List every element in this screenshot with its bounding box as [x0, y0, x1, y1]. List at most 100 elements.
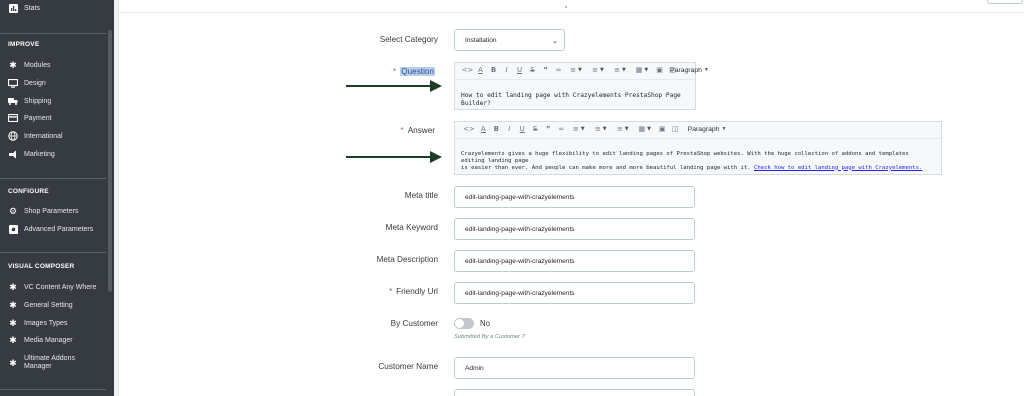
sidebar-item-ultimate-addons-manager[interactable]: ✱ Ultimate Addons Manager [0, 352, 108, 374]
sidebar-item-label: Advanced Parameters [24, 225, 94, 233]
credit-card-icon [8, 113, 18, 123]
sidebar-section-title-configure: CONFIGURE [8, 188, 49, 195]
customer-name-input[interactable]: Admin [454, 357, 695, 379]
numbered-list-dropdown[interactable]: ≡ ▼ [612, 123, 634, 135]
bullet-list-icon: ≡ [592, 66, 598, 74]
sidebar-item-stats[interactable]: Stats [0, 0, 108, 17]
answer-content[interactable]: Crazyelements gives a huge flexibility t… [455, 138, 941, 174]
link-button[interactable]: ∞ [555, 123, 568, 135]
bullet-list-dropdown[interactable]: ≡ ▼ [587, 64, 609, 76]
gear-icon: ⚙ [8, 205, 18, 216]
arrow-head [430, 151, 442, 163]
sidebar-item-images-types[interactable]: ✱ Images Types [0, 314, 108, 332]
bullet-list-dropdown[interactable]: ≡ ▼ [590, 123, 612, 135]
sidebar-item-vc-content-any-where[interactable]: ✱ VC Content Any Where [0, 278, 108, 296]
paragraph-dropdown[interactable]: Paragraph ▼ [670, 64, 709, 76]
sidebar-item-advanced-parameters[interactable]: Advanced Parameters [0, 220, 108, 238]
category-select[interactable]: Installation ⌄ [454, 29, 565, 51]
answer-label: * Answer [235, 126, 436, 135]
underline-button[interactable]: U [516, 123, 529, 135]
italic-button[interactable]: I [500, 64, 513, 76]
puzzle-icon: ✱ [9, 334, 17, 345]
sidebar-item-shipping[interactable]: Shipping [0, 92, 108, 110]
divider [119, 12, 1024, 13]
answer-text-line: is easier than ever. And people can make… [461, 165, 935, 172]
chevron-down-icon: ⌄ [552, 38, 558, 45]
image-button[interactable]: ▣ [653, 64, 666, 76]
chevron-down-icon: ▼ [647, 126, 651, 132]
sidebar-item-design[interactable]: Design [0, 74, 108, 92]
code-view-button[interactable]: <> [461, 123, 477, 135]
strikethrough-button[interactable]: S [526, 64, 539, 76]
friendly-url-label-text: Friendly Url [396, 287, 438, 296]
media-button[interactable]: ◫ [669, 123, 682, 135]
bullet-list-icon: ≡ [594, 125, 601, 133]
code-view-button[interactable]: <> [461, 64, 474, 76]
toggle-knob [455, 319, 464, 328]
meta-description-input[interactable]: edit-landing-page-with-crazyelements [454, 250, 695, 272]
answer-editor[interactable]: <> A B I U S ” ∞ ≡ ▼ ≡ ▼ ≡ ▼ ▦ ▼ ▣ ◫ Paragra… [454, 121, 942, 175]
bold-button[interactable]: B [487, 64, 500, 76]
strikethrough-button[interactable]: S [529, 123, 542, 135]
chevron-down-icon: ▼ [602, 126, 607, 132]
sidebar-item-shop-parameters[interactable]: ⚙ Shop Parameters [0, 202, 108, 220]
friendly-url-value: edit-landing-page-with-crazyelements [465, 289, 575, 297]
by-customer-state: No [480, 319, 490, 328]
quote-button[interactable]: ” [542, 123, 555, 135]
truck-icon [8, 96, 18, 106]
by-customer-label: By Customer [390, 319, 438, 328]
divider [0, 252, 106, 253]
link-button[interactable]: ∞ [552, 64, 565, 76]
sidebar-scrollbar[interactable] [108, 30, 112, 292]
text-color-button[interactable]: A [474, 64, 487, 76]
question-editor[interactable]: <> A B I U S ” ∞ ≡ ▼ ≡ ▼ ≡ ▼ ▦ ▼ ▣ ◫ Paragra… [454, 62, 709, 110]
sidebar-item-label: Design [24, 79, 46, 87]
question-content[interactable]: How to edit landing page with Crazyeleme… [455, 79, 695, 109]
settings-box-icon [8, 224, 18, 234]
question-editor-toolbar: <> A B I U S ” ∞ ≡ ▼ ≡ ▼ ≡ ▼ ▦ ▼ ▣ ◫ Paragra… [455, 63, 709, 77]
sidebar-item-label: Stats [24, 4, 40, 12]
friendly-url-input[interactable]: edit-landing-page-with-crazyelements [454, 282, 695, 304]
meta-keyword-input[interactable]: edit-landing-page-with-crazyelements [454, 218, 695, 240]
image-icon: ▣ [656, 66, 663, 74]
underline-button[interactable]: U [513, 64, 526, 76]
align-left-icon: ≡ [570, 66, 576, 74]
sidebar-item-international[interactable]: International [0, 127, 108, 145]
chevron-down-icon: ▼ [624, 126, 629, 132]
answer-link[interactable]: Check how to edit landing page with Craz… [754, 165, 922, 171]
sidebar-item-label: Media Manager [24, 336, 73, 344]
sidebar-item-modules[interactable]: ✱ Modules [0, 56, 108, 74]
align-dropdown[interactable]: ≡ ▼ [568, 123, 590, 135]
friendly-url-label: * Friendly Url [238, 287, 438, 296]
top-right-button[interactable] [987, 0, 1023, 4]
table-dropdown[interactable]: ▦ ▼ [631, 64, 653, 76]
numbered-list-dropdown[interactable]: ≡ ▼ [609, 64, 631, 76]
sidebar-item-media-manager[interactable]: ✱ Media Manager [0, 331, 108, 349]
stats-icon [8, 3, 18, 13]
align-dropdown[interactable]: ≡ ▼ [565, 64, 587, 76]
paragraph-dropdown[interactable]: Paragraph ▼ [686, 123, 729, 135]
next-field-input[interactable] [454, 389, 695, 396]
chevron-down-icon: ▼ [622, 67, 626, 73]
italic-button[interactable]: I [503, 123, 516, 135]
meta-title-input[interactable]: edit-landing-page-with-crazyelements [454, 186, 695, 208]
sidebar-item-marketing[interactable]: Marketing [0, 145, 108, 163]
megaphone-icon [8, 149, 18, 159]
sidebar-item-general-setting[interactable]: ✱ General Setting [0, 296, 108, 314]
by-customer-toggle[interactable] [454, 318, 474, 329]
quote-button[interactable]: ” [539, 64, 552, 76]
text-color-button[interactable]: A [477, 123, 490, 135]
answer-label-text: Answer [407, 126, 435, 135]
meta-description-label: Meta Description [376, 255, 438, 264]
by-customer-help: Submitted By a Customer ? [454, 334, 525, 340]
bold-button[interactable]: B [490, 123, 503, 135]
numbered-list-icon: ≡ [616, 125, 623, 133]
chevron-down-icon: ▼ [580, 126, 585, 132]
table-dropdown[interactable]: ▦ ▼ [634, 123, 656, 135]
sidebar-item-payment[interactable]: Payment [0, 109, 108, 127]
align-left-icon: ≡ [572, 125, 579, 133]
image-button[interactable]: ▣ [656, 123, 669, 135]
arrow-pointer [346, 80, 442, 92]
meta-title-label: Meta title [404, 191, 438, 200]
chevron-down-icon: ▼ [644, 67, 649, 73]
